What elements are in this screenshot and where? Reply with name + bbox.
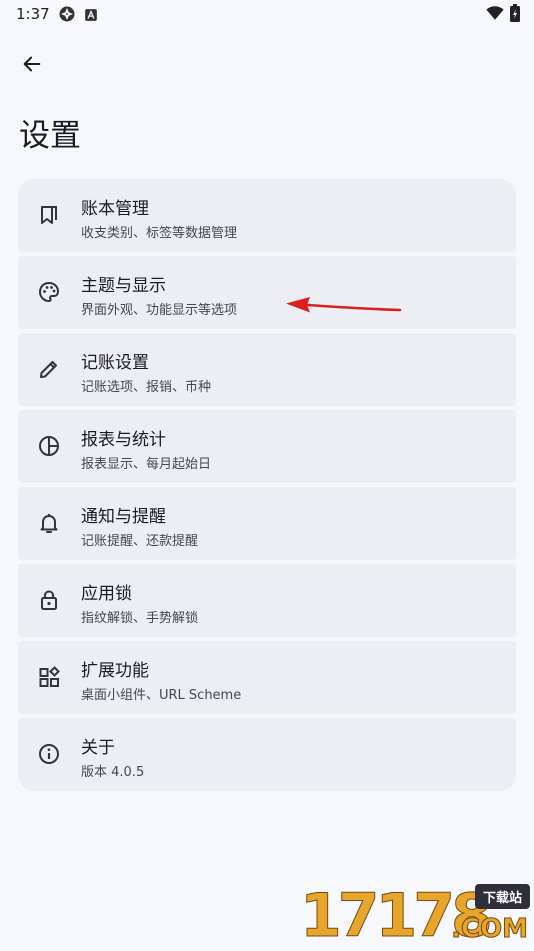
settings-item-title: 应用锁 (81, 584, 132, 604)
annotation-arrow-icon (286, 297, 402, 313)
settings-item-title: 账本管理 (81, 199, 149, 219)
widgets-icon (37, 665, 61, 689)
settings-item-app-lock[interactable]: 应用锁 指纹解锁、手势解锁 (18, 564, 516, 637)
battery-icon (510, 4, 520, 26)
settings-item-reports[interactable]: 报表与统计 报表显示、每月起始日 (18, 410, 516, 483)
back-button[interactable] (14, 46, 50, 82)
settings-item-title: 扩展功能 (81, 661, 149, 681)
status-time: 1:37 (16, 5, 50, 23)
lock-icon (37, 588, 61, 612)
settings-item-about[interactable]: 关于 版本 4.0.5 (18, 718, 516, 791)
settings-item-title: 记账设置 (81, 353, 149, 373)
settings-item-extensions[interactable]: 扩展功能 桌面小组件、URL Scheme (18, 641, 516, 714)
settings-item-ledger-management[interactable]: 账本管理 收支类别、标签等数据管理 (18, 179, 516, 252)
settings-item-subtitle: 版本 4.0.5 (81, 765, 145, 780)
settings-item-subtitle: 指纹解锁、手势解锁 (81, 611, 199, 626)
settings-item-subtitle: 桌面小组件、URL Scheme (81, 688, 242, 703)
status-icons-right (486, 4, 520, 26)
palette-icon (37, 280, 61, 304)
watermark-logo: 17178 下载站 .COM (300, 884, 530, 947)
status-icons-left (58, 5, 98, 27)
status-bar: 1:37 (0, 0, 534, 28)
arrow-back-icon (23, 56, 41, 72)
page-title: 设置 (19, 118, 81, 154)
settings-item-subtitle: 界面外观、功能显示等选项 (81, 303, 238, 318)
settings-item-notifications[interactable]: 通知与提醒 记账提醒、还款提醒 (18, 487, 516, 560)
watermark-suffix: .COM (451, 914, 529, 945)
wifi-icon (486, 5, 504, 25)
settings-item-title: 主题与显示 (81, 276, 166, 296)
settings-item-bookkeeping[interactable]: 记账设置 记账选项、报销、币种 (18, 333, 516, 406)
settings-item-title: 通知与提醒 (81, 507, 166, 527)
settings-item-theme-display[interactable]: 主题与显示 界面外观、功能显示等选项 (18, 256, 516, 329)
pencil-icon (37, 357, 61, 381)
app-notification-icon (84, 7, 98, 26)
settings-list: 账本管理 收支类别、标签等数据管理 主题与显示 界面外观、功能显示等选项 记账设… (18, 179, 516, 795)
settings-item-subtitle: 收支类别、标签等数据管理 (81, 226, 238, 241)
pie-chart-icon (37, 434, 61, 458)
info-icon (37, 742, 61, 766)
watermark-badge: 下载站 (474, 884, 530, 909)
book-icon (37, 203, 61, 227)
settings-item-subtitle: 记账选项、报销、币种 (81, 380, 212, 395)
settings-item-title: 关于 (81, 738, 115, 758)
bell-icon (37, 511, 61, 535)
aperture-icon (58, 5, 76, 27)
settings-item-subtitle: 记账提醒、还款提醒 (81, 534, 199, 549)
settings-item-title: 报表与统计 (81, 430, 166, 450)
settings-item-subtitle: 报表显示、每月起始日 (81, 457, 212, 472)
